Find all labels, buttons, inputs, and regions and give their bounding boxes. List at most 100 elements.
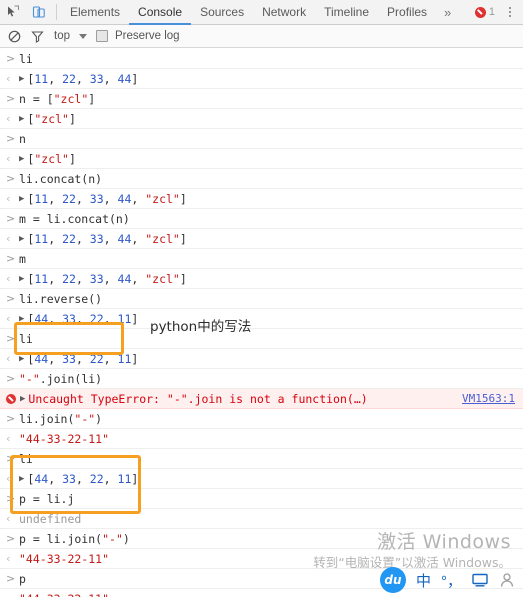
console-token: , bbox=[103, 71, 118, 86]
console-row-output[interactable]: ‹ ▶[11, 22, 33, 44, "zcl"] bbox=[0, 229, 523, 249]
console-token: "zcl" bbox=[34, 151, 69, 166]
source-location-link[interactable]: VM1563:1 bbox=[462, 389, 523, 409]
console-row-input[interactable]: > li.reverse() bbox=[0, 289, 523, 309]
error-icon bbox=[474, 6, 486, 18]
chevron-down-icon[interactable] bbox=[79, 33, 87, 39]
console-token: "44-33-22-11" bbox=[19, 589, 109, 597]
console-row-input[interactable]: > m bbox=[0, 249, 523, 269]
console-token: 11 bbox=[117, 471, 132, 486]
console-row-input[interactable]: > "-" .join(li) bbox=[0, 369, 523, 389]
console-token: 44 bbox=[117, 191, 132, 206]
keyboard-icon[interactable] bbox=[472, 573, 489, 588]
disclosure-triangle-icon[interactable]: ▶ bbox=[19, 189, 24, 209]
console-token: m = li.concat(n) bbox=[19, 211, 130, 226]
disclosure-triangle-icon[interactable]: ▶ bbox=[20, 389, 25, 409]
console-token: 44 bbox=[117, 231, 132, 246]
console-token: , bbox=[103, 351, 118, 366]
disclosure-triangle-icon[interactable]: ▶ bbox=[19, 269, 24, 289]
console-row-marker: > bbox=[6, 131, 16, 145]
console-token: m bbox=[19, 251, 26, 266]
console-row-output[interactable]: ‹ ▶[44, 33, 22, 11] bbox=[0, 349, 523, 369]
console-row-output[interactable]: ‹ "44-33-22-11" bbox=[0, 429, 523, 449]
console-row-input[interactable]: > li bbox=[0, 329, 523, 349]
console-token: .join(li) bbox=[39, 371, 103, 386]
preserve-log-label[interactable]: Preserve log bbox=[115, 30, 180, 42]
console-message-list[interactable]: > li ‹ ▶[11, 22, 33, 44] > n = ["zcl"] ‹ ▶["zcl… bbox=[0, 49, 523, 597]
console-row-output[interactable]: ‹ ▶[11, 22, 33, 44, "zcl"] bbox=[0, 189, 523, 209]
console-token: , bbox=[48, 191, 63, 206]
disclosure-triangle-icon[interactable]: ▶ bbox=[19, 109, 24, 129]
disclosure-triangle-icon[interactable]: ▶ bbox=[19, 229, 24, 249]
console-token: 11 bbox=[34, 271, 49, 286]
device-toolbar-icon[interactable] bbox=[26, 0, 52, 24]
console-row-input[interactable]: > n = ["zcl"] bbox=[0, 89, 523, 109]
console-token: , bbox=[48, 71, 63, 86]
console-token: 11 bbox=[117, 311, 132, 326]
tab-network[interactable]: Network bbox=[253, 0, 315, 25]
console-row-marker: > bbox=[6, 571, 16, 585]
error-count-badge[interactable]: 1 bbox=[474, 6, 495, 18]
console-row-marker: ‹ bbox=[6, 151, 11, 165]
tab-timeline[interactable]: Timeline bbox=[315, 0, 378, 25]
console-token: 33 bbox=[89, 231, 104, 246]
console-row-output[interactable]: ‹ ▶[11, 22, 33, 44] bbox=[0, 69, 523, 89]
console-token: , bbox=[103, 231, 118, 246]
console-row-input[interactable]: > li.concat(n) bbox=[0, 169, 523, 189]
tab-profiles[interactable]: Profiles bbox=[378, 0, 436, 25]
baidu-logo-icon[interactable]: du bbox=[379, 567, 406, 593]
console-token: 44 bbox=[34, 311, 49, 326]
console-row-input[interactable]: > li bbox=[0, 449, 523, 469]
console-row-input[interactable]: > m = li.concat(n) bbox=[0, 209, 523, 229]
console-token: , bbox=[103, 471, 118, 486]
console-token: [ bbox=[27, 271, 35, 286]
console-row-output[interactable]: ‹ ▶["zcl"] bbox=[0, 149, 523, 169]
disclosure-triangle-icon[interactable]: ▶ bbox=[19, 469, 24, 489]
console-row-output[interactable]: ‹ ▶["zcl"] bbox=[0, 109, 523, 129]
console-token: ] bbox=[131, 471, 139, 486]
console-row-marker: > bbox=[6, 291, 16, 305]
inspect-cursor-icon[interactable] bbox=[0, 0, 26, 24]
baidu-ime-toolbar: du 中 °， bbox=[376, 565, 519, 595]
console-row-marker: ‹ bbox=[6, 71, 11, 85]
execution-context-selector[interactable]: top bbox=[52, 30, 72, 42]
console-row-input[interactable]: > n bbox=[0, 129, 523, 149]
console-row-input[interactable]: > p = li.j bbox=[0, 489, 523, 509]
tab-console[interactable]: Console bbox=[129, 0, 192, 25]
tab-sources[interactable]: Sources bbox=[191, 0, 253, 25]
ime-language-mode[interactable]: 中 bbox=[416, 570, 431, 591]
console-row-marker: > bbox=[6, 411, 16, 425]
clear-console-icon[interactable] bbox=[6, 28, 22, 44]
console-token: li.concat(n) bbox=[19, 171, 103, 186]
tab-elements[interactable]: Elements bbox=[61, 0, 129, 25]
disclosure-triangle-icon[interactable]: ▶ bbox=[19, 349, 24, 369]
console-row-input[interactable]: > li.join("-") bbox=[0, 409, 523, 429]
preserve-log-checkbox[interactable] bbox=[96, 30, 108, 42]
filter-funnel-icon[interactable] bbox=[29, 28, 45, 44]
console-token: , bbox=[75, 311, 90, 326]
error-count-label: 1 bbox=[488, 6, 495, 18]
console-token: , bbox=[48, 311, 63, 326]
console-row-output[interactable]: ‹ ▶[11, 22, 33, 44, "zcl"] bbox=[0, 269, 523, 289]
error-icon bbox=[6, 393, 16, 404]
console-token: 11 bbox=[34, 191, 49, 206]
console-row-output[interactable]: ‹ ▶[44, 33, 22, 11] bbox=[0, 469, 523, 489]
console-token: , bbox=[75, 231, 90, 246]
console-row-input[interactable]: > li bbox=[0, 49, 523, 69]
disclosure-triangle-icon[interactable]: ▶ bbox=[19, 69, 24, 89]
console-row-error[interactable]: ▶ Uncaught TypeError: "-".join is not a f… bbox=[0, 389, 523, 409]
more-tabs-icon[interactable]: » bbox=[436, 5, 459, 20]
console-token: , bbox=[103, 191, 118, 206]
user-icon[interactable] bbox=[499, 572, 515, 588]
console-row-marker: > bbox=[6, 331, 16, 345]
ime-punctuation-mode[interactable]: °， bbox=[441, 570, 462, 591]
vertical-dots-icon[interactable] bbox=[501, 1, 519, 23]
disclosure-triangle-icon[interactable]: ▶ bbox=[19, 309, 24, 329]
console-row-marker: ‹ bbox=[6, 111, 11, 125]
console-row-input[interactable]: > p = li.join("-") bbox=[0, 529, 523, 549]
console-row-output[interactable]: ‹ ▶[44, 33, 22, 11] bbox=[0, 309, 523, 329]
console-token: 22 bbox=[89, 351, 104, 366]
console-row-output[interactable]: ‹ undefined bbox=[0, 509, 523, 529]
console-token: li.reverse() bbox=[19, 291, 103, 306]
console-token: ] bbox=[68, 151, 76, 166]
disclosure-triangle-icon[interactable]: ▶ bbox=[19, 149, 24, 169]
